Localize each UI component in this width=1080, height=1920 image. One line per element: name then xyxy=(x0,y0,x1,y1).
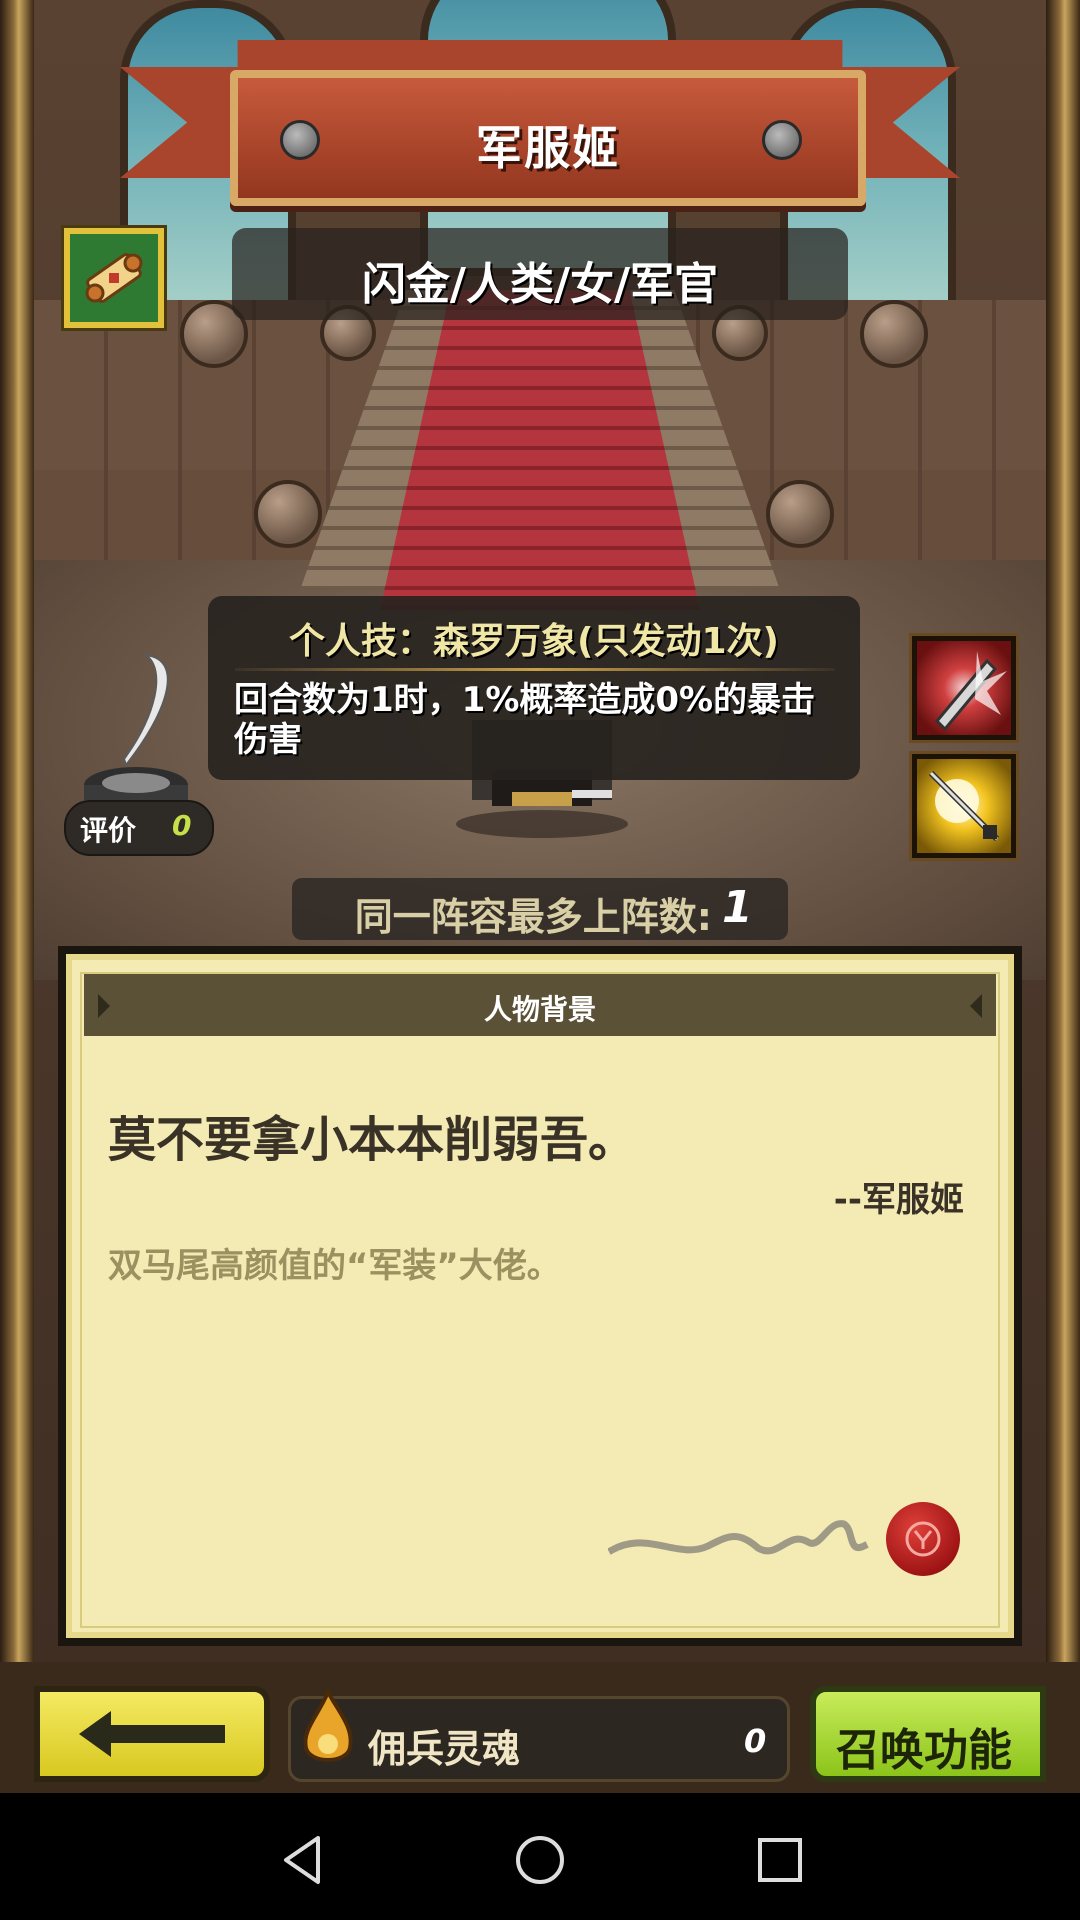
skill-divider xyxy=(235,668,835,671)
nav-back-icon[interactable] xyxy=(272,1830,332,1890)
inkpot-icon xyxy=(84,653,188,800)
soul-counter xyxy=(288,1696,790,1782)
soul-flame-icon xyxy=(303,1690,353,1762)
pillar-ornament xyxy=(860,300,928,368)
deploy-limit-value: 1 xyxy=(722,882,753,933)
wax-seal-icon xyxy=(886,1502,960,1576)
hero-description: 双马尾高颜值的“军装”大佬。 xyxy=(108,1246,561,1286)
deploy-limit-label: 同一阵容最多上阵数: xyxy=(354,895,712,939)
background-header-text: 人物背景 xyxy=(483,993,596,1026)
scroll-icon xyxy=(85,253,143,303)
skill-slot-1[interactable] xyxy=(912,636,1016,740)
soul-label: 佣兵灵魂 xyxy=(368,1727,521,1771)
sword-slash-icon xyxy=(934,651,1007,732)
sword-glow-icon xyxy=(928,770,1000,842)
hero-quote: 莫不要拿小本本削弱吾。 xyxy=(108,1112,637,1168)
back-button[interactable] xyxy=(34,1686,270,1782)
rating-value: 0 xyxy=(172,809,192,842)
scroll-button[interactable] xyxy=(64,228,164,328)
arrow-left-icon xyxy=(79,1711,225,1757)
nav-recents-icon[interactable] xyxy=(750,1830,810,1890)
frame-right xyxy=(1046,0,1080,1793)
hero-name: 军服姬 xyxy=(476,121,620,175)
quote-author: --军服姬 xyxy=(833,1180,964,1220)
signature-mark xyxy=(608,1520,869,1555)
nav-home-icon[interactable] xyxy=(510,1830,570,1890)
summon-label: 召唤功能 xyxy=(836,1725,1012,1776)
pillar-ornament xyxy=(254,480,322,548)
frame-left xyxy=(0,0,34,1793)
pillar-ornament xyxy=(766,480,834,548)
soul-value: 0 xyxy=(744,1722,767,1760)
skill-slot-2[interactable] xyxy=(912,754,1016,858)
skill-title: 个人技：森罗万象(只发动1次) xyxy=(289,621,779,662)
rating-label: 评价 xyxy=(80,814,137,847)
skill-description: 回合数为1时，1%概率造成0%的暴击伤害 xyxy=(234,680,816,760)
hero-classification: 闪金/人类/女/军官 xyxy=(361,259,719,310)
